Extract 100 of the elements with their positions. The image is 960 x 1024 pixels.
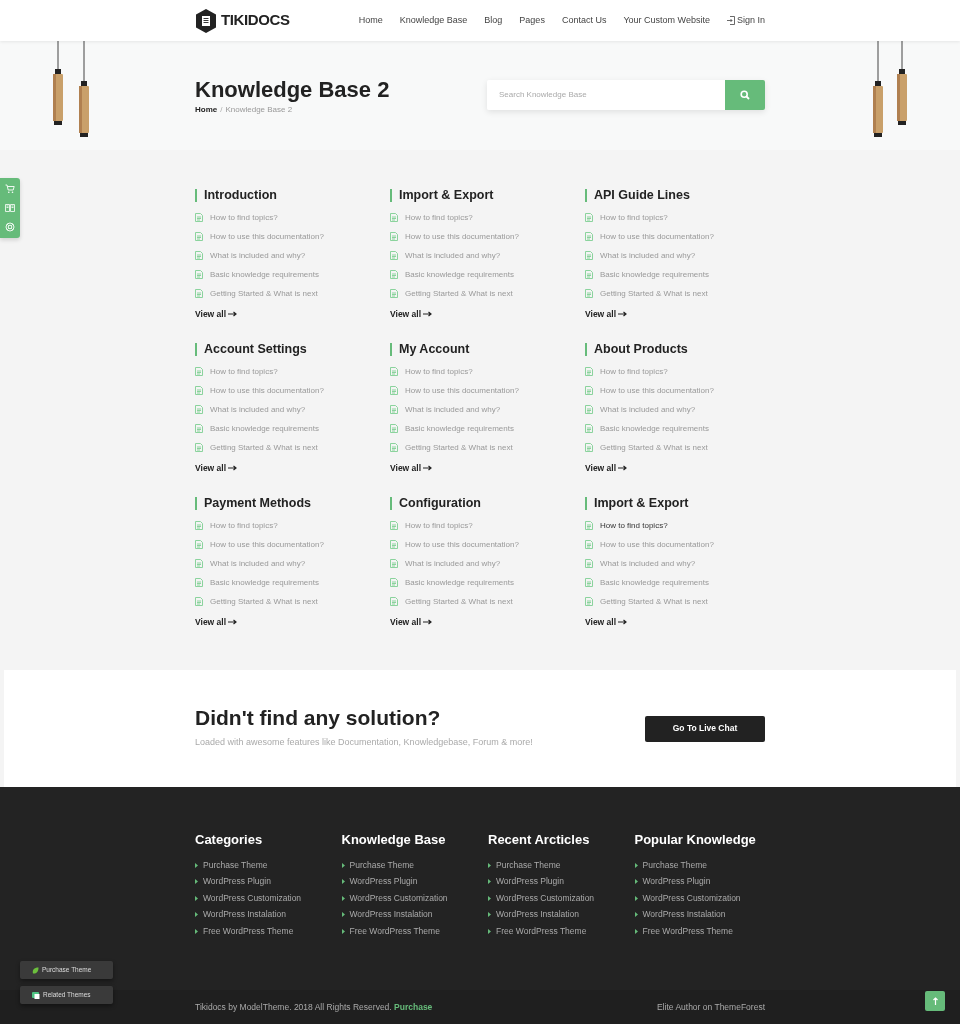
- article-link[interactable]: How to find topics?: [390, 208, 585, 227]
- article-link[interactable]: How to find topics?: [390, 362, 585, 381]
- view-all-link[interactable]: View all: [390, 616, 433, 629]
- article-link[interactable]: What is included and why?: [585, 554, 780, 573]
- footer-link[interactable]: WordPress Instalation: [488, 906, 635, 923]
- article-link[interactable]: How to use this documentation?: [195, 227, 390, 246]
- view-all-link[interactable]: View all: [585, 616, 628, 629]
- lifebuoy-icon[interactable]: [5, 221, 15, 232]
- nav-link[interactable]: Blog: [484, 13, 503, 28]
- footer-link[interactable]: WordPress Plugin: [634, 873, 781, 890]
- article-link[interactable]: Basic knowledge requirements: [195, 265, 390, 284]
- view-all-link[interactable]: View all: [195, 462, 238, 475]
- article-link[interactable]: How to find topics?: [195, 516, 390, 535]
- article-link[interactable]: Basic knowledge requirements: [585, 573, 780, 592]
- article-link[interactable]: Basic knowledge requirements: [195, 419, 390, 438]
- footer-link[interactable]: WordPress Plugin: [488, 873, 635, 890]
- sign-in-link[interactable]: Sign In: [726, 13, 765, 28]
- live-chat-button[interactable]: Go To Live Chat: [645, 715, 765, 742]
- footer-link[interactable]: Free WordPress Theme: [634, 923, 781, 940]
- article-link[interactable]: Basic knowledge requirements: [195, 573, 390, 592]
- arrow-right-icon: [228, 311, 238, 318]
- footer-link[interactable]: WordPress Instalation: [341, 906, 488, 923]
- footer-column-title: Knowledge Base: [341, 833, 447, 846]
- article-link[interactable]: Getting Started & What is next: [390, 592, 585, 611]
- view-all-link[interactable]: View all: [390, 462, 433, 475]
- footer-link[interactable]: Free WordPress Theme: [488, 923, 635, 940]
- footer-link[interactable]: Purchase Theme: [634, 857, 781, 874]
- article-link[interactable]: Basic knowledge requirements: [390, 265, 585, 284]
- nav-link[interactable]: Your Custom Website: [623, 13, 710, 28]
- article-link[interactable]: How to use this documentation?: [195, 381, 390, 400]
- view-all-link[interactable]: View all: [585, 462, 628, 475]
- footer-link[interactable]: WordPress Instalation: [195, 906, 342, 923]
- article-link[interactable]: What is included and why?: [195, 554, 390, 573]
- article-link[interactable]: How to find topics?: [390, 516, 585, 535]
- nav-link[interactable]: Pages: [519, 13, 545, 28]
- article-link[interactable]: Getting Started & What is next: [195, 592, 390, 611]
- cart-icon[interactable]: [5, 184, 15, 195]
- view-all-link[interactable]: View all: [390, 308, 433, 321]
- article-link[interactable]: What is included and why?: [585, 246, 780, 265]
- article-link[interactable]: Basic knowledge requirements: [390, 573, 585, 592]
- article-link[interactable]: How to use this documentation?: [390, 227, 585, 246]
- accent-bar: [390, 497, 392, 510]
- footer-link[interactable]: Free WordPress Theme: [195, 923, 342, 940]
- footer-link[interactable]: Purchase Theme: [195, 857, 342, 874]
- article-link[interactable]: Getting Started & What is next: [195, 438, 390, 457]
- footer-link[interactable]: Purchase Theme: [341, 857, 488, 874]
- article-link[interactable]: How to find topics?: [195, 362, 390, 381]
- article-link[interactable]: How to use this documentation?: [195, 535, 390, 554]
- article-link[interactable]: Basic knowledge requirements: [585, 419, 780, 438]
- document-icon: [585, 270, 593, 279]
- footer-link[interactable]: Free WordPress Theme: [341, 923, 488, 940]
- nav-link[interactable]: Knowledge Base: [399, 13, 468, 28]
- article-link[interactable]: How to find topics?: [585, 362, 780, 381]
- article-link[interactable]: Getting Started & What is next: [390, 438, 585, 457]
- article-link[interactable]: How to find topics?: [585, 208, 780, 227]
- article-link[interactable]: Getting Started & What is next: [585, 284, 780, 303]
- article-link[interactable]: How to find topics?: [195, 208, 390, 227]
- article-link[interactable]: What is included and why?: [195, 400, 390, 419]
- article-link[interactable]: How to use this documentation?: [390, 535, 585, 554]
- accent-bar: [390, 189, 392, 202]
- purchase-link[interactable]: Purchase: [394, 1001, 433, 1012]
- article-link[interactable]: How to use this documentation?: [585, 535, 780, 554]
- category-title: Payment Methods: [204, 497, 311, 510]
- caret-icon: [341, 862, 345, 868]
- nav-link[interactable]: Contact Us: [561, 13, 607, 28]
- article-link[interactable]: How to use this documentation?: [390, 381, 585, 400]
- article-link[interactable]: What is included and why?: [390, 400, 585, 419]
- article-link[interactable]: Basic knowledge requirements: [390, 419, 585, 438]
- article-link[interactable]: What is included and why?: [390, 246, 585, 265]
- article-link[interactable]: Basic knowledge requirements: [585, 265, 780, 284]
- view-all-link[interactable]: View all: [195, 308, 238, 321]
- view-all-link[interactable]: View all: [195, 616, 238, 629]
- footer-link[interactable]: WordPress Customization: [341, 890, 488, 907]
- article-link[interactable]: What is included and why?: [585, 400, 780, 419]
- article-link[interactable]: Getting Started & What is next: [585, 592, 780, 611]
- book-icon[interactable]: [5, 203, 15, 213]
- search-button[interactable]: [725, 79, 765, 110]
- article-link[interactable]: Getting Started & What is next: [195, 284, 390, 303]
- footer-link[interactable]: WordPress Customization: [488, 890, 635, 907]
- scroll-to-top-button[interactable]: [925, 991, 945, 1011]
- footer-link[interactable]: WordPress Customization: [634, 890, 781, 907]
- view-all-link[interactable]: View all: [585, 308, 628, 321]
- article-link[interactable]: How to use this documentation?: [585, 381, 780, 400]
- footer-link[interactable]: WordPress Customization: [195, 890, 342, 907]
- article-link[interactable]: Getting Started & What is next: [390, 284, 585, 303]
- breadcrumb-link[interactable]: Home: [195, 103, 218, 116]
- article-link[interactable]: What is included and why?: [390, 554, 585, 573]
- search-field[interactable]: Search Knowledge Base: [487, 79, 725, 110]
- nav-link[interactable]: Home: [358, 13, 383, 28]
- document-icon: [585, 597, 593, 606]
- footer-link[interactable]: WordPress Plugin: [195, 873, 342, 890]
- footer-link[interactable]: WordPress Instalation: [634, 906, 781, 923]
- caret-icon: [634, 879, 638, 885]
- article-link[interactable]: What is included and why?: [195, 246, 390, 265]
- article-link[interactable]: How to find topics?: [585, 516, 780, 535]
- arrow-right-icon: [423, 311, 433, 318]
- article-link[interactable]: Getting Started & What is next: [585, 438, 780, 457]
- article-link[interactable]: How to use this documentation?: [585, 227, 780, 246]
- footer-link[interactable]: WordPress Plugin: [341, 873, 488, 890]
- footer-link[interactable]: Purchase Theme: [488, 857, 635, 874]
